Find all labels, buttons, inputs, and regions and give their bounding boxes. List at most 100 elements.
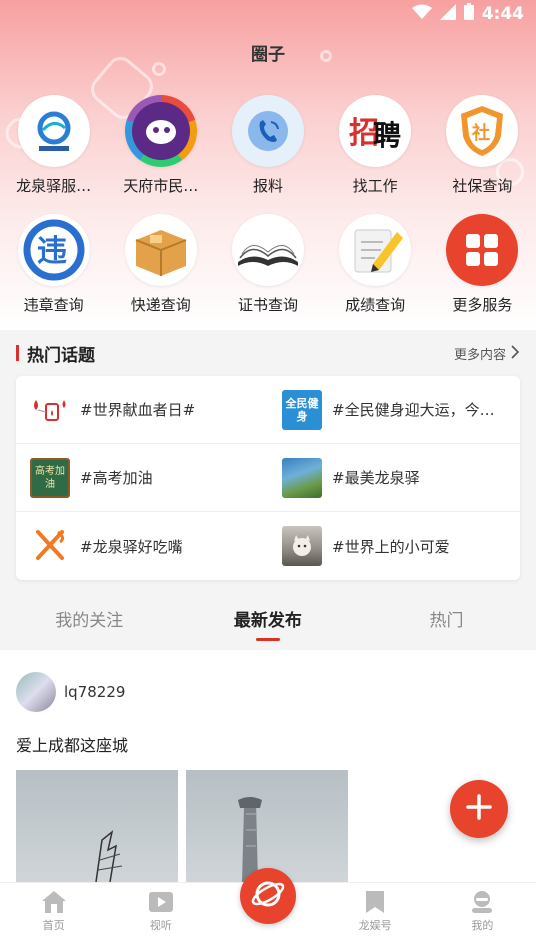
battery-icon xyxy=(463,3,474,25)
exam-chalkboard-icon: 高考加油 xyxy=(30,457,70,498)
topic-text: #全民健身迎大运，今… xyxy=(332,401,495,419)
tab-hot[interactable]: 热门 xyxy=(357,592,536,648)
username: lq78229 xyxy=(64,683,126,701)
service-find-job[interactable]: 招聘 找工作 xyxy=(322,95,429,196)
topic-row: #龙泉驿好吃嘴 #世界上的小可爱 xyxy=(16,512,520,580)
service-longquan[interactable]: 龙泉驿服… xyxy=(0,95,107,196)
nav-home[interactable]: 首页 xyxy=(0,883,107,952)
service-label: 违章查询 xyxy=(23,296,84,314)
social-security-icon: 社 xyxy=(446,95,519,167)
nav-video[interactable]: 视听 xyxy=(107,883,214,952)
plus-icon xyxy=(466,794,492,824)
topic-item[interactable]: #世界献血者日# xyxy=(16,376,268,443)
hot-topics-card: #世界献血者日# 全民健身 #全民健身迎大运，今… 高考加油 #高考加油 #最美… xyxy=(16,376,520,580)
service-express[interactable]: 快递查询 xyxy=(107,214,214,315)
service-label: 报料 xyxy=(252,177,283,195)
feed-post[interactable]: lq78229 爱上成都这座城 xyxy=(0,650,536,882)
service-traffic[interactable]: 违 违章查询 xyxy=(0,214,107,315)
service-label: 龙泉驿服… xyxy=(16,177,92,195)
nav-mine[interactable]: 我的 xyxy=(429,883,536,952)
feed-tabs: 我的关注 最新发布 热门 xyxy=(0,592,536,648)
post-photo[interactable] xyxy=(186,770,348,882)
tab-following[interactable]: 我的关注 xyxy=(0,592,179,648)
package-icon xyxy=(124,214,197,286)
status-bar: 4:44 xyxy=(0,0,536,28)
topic-text: #高考加油 xyxy=(80,469,153,487)
service-label: 天府市民… xyxy=(123,177,199,195)
more-content-link[interactable]: 更多内容 xyxy=(454,344,520,363)
fork-knife-icon xyxy=(30,526,70,566)
grid-icon xyxy=(446,214,519,286)
topic-item[interactable]: 高考加油 #高考加油 xyxy=(16,444,268,511)
bookmark-icon xyxy=(361,889,389,915)
chevron-right-icon xyxy=(510,344,520,363)
service-more[interactable]: 更多服务 xyxy=(429,214,536,315)
service-label: 找工作 xyxy=(352,177,398,195)
fitness-badge-text: 全民健身 xyxy=(285,396,319,423)
nav-label: 视听 xyxy=(149,919,172,932)
svg-text:违: 违 xyxy=(37,234,67,269)
tab-label: 热门 xyxy=(429,611,464,631)
planet-icon xyxy=(249,875,287,917)
recruit-icon: 招聘 xyxy=(339,95,412,167)
page-title: 圈子 xyxy=(251,45,285,65)
nav-label: 首页 xyxy=(42,919,65,932)
post-photo[interactable] xyxy=(16,770,178,882)
service-grid-row-1: 龙泉驿服… 天府市民… 报料 招聘 找工作 社 社保查询 xyxy=(0,95,536,196)
service-baoliao[interactable]: 报料 xyxy=(214,95,321,196)
service-grid-row-2: 违 违章查询 快递查询 证书查询 成绩查询 更多服务 xyxy=(0,214,536,315)
tianfu-citizen-icon xyxy=(124,95,197,167)
section-title: 热门话题 xyxy=(27,345,95,366)
exam-badge-text: 高考加油 xyxy=(35,465,65,490)
topic-text: #世界献血者日# xyxy=(80,401,196,419)
status-time: 4:44 xyxy=(481,4,524,24)
topic-row: #世界献血者日# 全民健身 #全民健身迎大运，今… xyxy=(16,376,520,444)
service-tianfu[interactable]: 天府市民… xyxy=(107,95,214,196)
nav-label: 我的 xyxy=(471,919,494,932)
play-icon xyxy=(147,889,175,915)
phone-icon xyxy=(231,95,304,167)
profile-icon xyxy=(468,889,496,915)
topic-item[interactable]: #世界上的小可爱 xyxy=(268,512,520,580)
service-scores[interactable]: 成绩查询 xyxy=(322,214,429,315)
svg-text:聘: 聘 xyxy=(373,119,401,151)
landscape-photo-icon xyxy=(282,457,322,498)
active-tab-indicator xyxy=(255,638,280,641)
notepad-pencil-icon xyxy=(339,214,412,286)
nav-longyu[interactable]: 龙娱号 xyxy=(322,883,429,952)
topic-text: #最美龙泉驿 xyxy=(332,469,420,487)
tab-label: 我的关注 xyxy=(55,611,124,631)
home-icon xyxy=(40,889,68,915)
topic-item[interactable]: #最美龙泉驿 xyxy=(268,444,520,511)
cute-cat-photo-icon xyxy=(282,526,322,566)
tab-latest[interactable]: 最新发布 xyxy=(179,592,358,648)
topic-text: #龙泉驿好吃嘴 xyxy=(80,537,183,556)
topic-item[interactable]: #龙泉驿好吃嘴 xyxy=(16,512,268,580)
service-social-security[interactable]: 社 社保查询 xyxy=(429,95,536,196)
book-icon xyxy=(231,214,304,286)
post-author[interactable]: lq78229 xyxy=(16,672,125,712)
topic-text: #世界上的小可爱 xyxy=(332,537,450,556)
service-label: 更多服务 xyxy=(452,296,513,314)
hot-topics-header: 热门话题 更多内容 xyxy=(16,340,520,366)
service-label: 快递查询 xyxy=(130,296,191,314)
post-text: 爱上成都这座城 xyxy=(16,736,129,755)
avatar[interactable] xyxy=(16,672,56,712)
create-post-button[interactable] xyxy=(450,780,508,838)
signal-icon xyxy=(439,3,456,25)
traffic-violation-icon: 违 xyxy=(17,214,90,286)
fitness-badge-icon: 全民健身 xyxy=(282,389,322,430)
section-marker xyxy=(16,345,19,361)
blood-donation-icon xyxy=(30,390,70,430)
tab-label: 最新发布 xyxy=(233,611,302,631)
longquan-logo-icon xyxy=(17,95,90,167)
topic-row: 高考加油 #高考加油 #最美龙泉驿 xyxy=(16,444,520,512)
service-label: 成绩查询 xyxy=(345,296,406,314)
topic-item[interactable]: 全民健身 #全民健身迎大运，今… xyxy=(268,376,520,443)
wifi-icon xyxy=(411,4,432,25)
nav-label: 龙娱号 xyxy=(358,919,392,932)
service-label: 证书查询 xyxy=(237,296,298,314)
service-certificate[interactable]: 证书查询 xyxy=(214,214,321,315)
center-planet-button[interactable] xyxy=(240,868,296,924)
svg-text:社: 社 xyxy=(472,122,490,144)
